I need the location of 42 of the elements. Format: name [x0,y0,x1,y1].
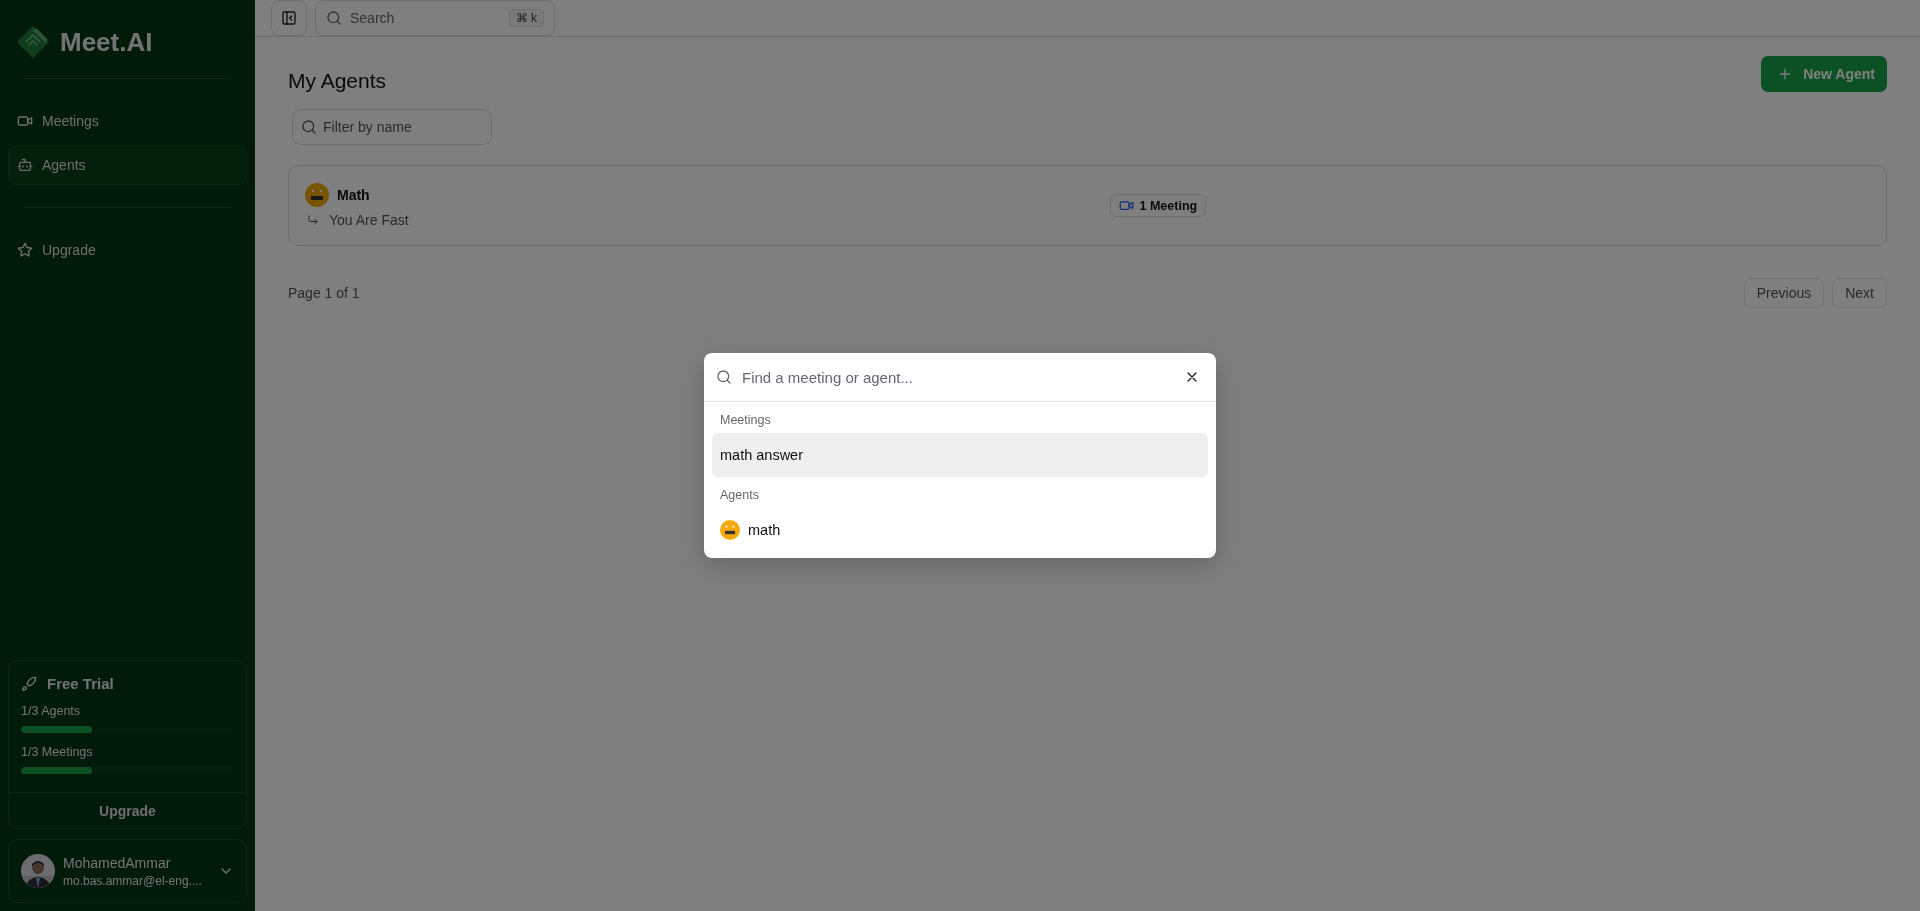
agent-instructions: You Are Fast [329,212,409,228]
trial-title: Free Trial [47,675,114,692]
user-name: MohamedAmmar [63,854,172,871]
meeting-count-badge: 1 Meeting [1109,194,1207,217]
pagination-button[interactable]: Previous [1743,278,1825,308]
usage-label: 1/3 Meetings [21,745,94,759]
page-title: My Agents [288,68,387,93]
page-indicator: Page 1 of 1 [288,285,360,301]
video-camera-icon [1118,198,1134,213]
user-menu[interactable]: MohamedAmmar mo.bas.ammar@el-eng.... [8,839,247,903]
bot-avatar-icon [305,183,329,207]
agent-name: Math [337,187,370,203]
panel-left-icon [281,10,297,26]
usage-label: 1/3 Agents [21,704,82,718]
sidebar-item[interactable]: Upgrade [8,230,247,270]
bot-avatar-icon [720,520,740,540]
search-icon [301,119,317,135]
video-camera-icon [17,113,33,129]
corner-arrow-icon [307,214,319,226]
robot-icon [17,157,33,173]
sidebar-toggle-button[interactable] [271,0,307,36]
pagination-button[interactable]: Next [1832,278,1887,308]
sidebar-item[interactable]: Agents [8,145,247,185]
filter-field[interactable]: Filter by name [292,109,492,145]
logo-icon [16,25,50,59]
new-agent-button[interactable]: New Agent [1761,56,1887,92]
search-icon [716,369,732,385]
search-field[interactable]: Search ⌘ k [315,0,555,36]
group-heading: Agents [719,487,760,504]
rocket-icon [21,675,37,692]
group-heading: Meetings [719,412,772,429]
app-logo-text: Meet.AI [60,26,153,58]
agent-row[interactable]: Math You Are Fast 1 Meeting [288,165,1887,246]
upgrade-button[interactable]: Upgrade [9,792,246,828]
search-icon [326,10,342,26]
command-search-field[interactable]: Find a meeting or agent... [704,353,1216,402]
result-item[interactable]: math [712,508,1208,552]
user-email: mo.bas.ammar@el-eng.... [63,873,203,888]
result-item[interactable]: math answer [712,433,1208,477]
star-icon [17,242,33,258]
shortcut-key: ⌘ k [508,9,544,27]
sidebar-item[interactable]: Meetings [8,101,247,141]
